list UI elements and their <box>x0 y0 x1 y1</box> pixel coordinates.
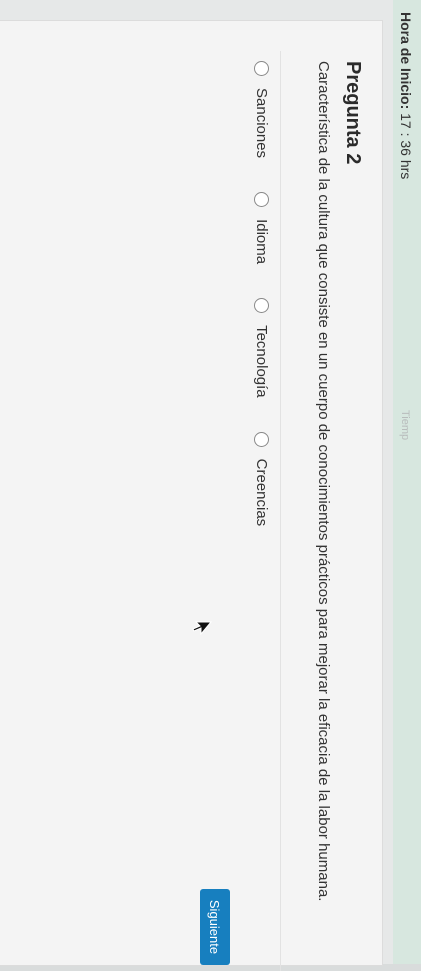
start-time-label: Hora de Inicio: <box>398 12 414 110</box>
timer-label: Tiemp <box>399 410 411 441</box>
radio-button[interactable] <box>254 298 269 314</box>
option-sanciones[interactable]: Sanciones <box>253 61 270 158</box>
mouse-cursor-icon <box>192 621 212 636</box>
page-canvas: Hora de Inicio: 17 : 36 hrs Tiemp Pregun… <box>0 0 421 971</box>
radio-button[interactable] <box>254 192 269 208</box>
option-creencias[interactable]: Creencias <box>253 431 270 527</box>
radio-button[interactable] <box>254 431 269 447</box>
option-label: Sanciones <box>253 88 270 159</box>
divider <box>280 51 281 971</box>
option-label: Tecnología <box>253 325 270 398</box>
question-title: Pregunta 2 <box>342 61 364 165</box>
radio-button[interactable] <box>254 61 269 76</box>
option-label: Idioma <box>253 219 270 265</box>
start-time: Hora de Inicio: 17 : 36 hrs <box>398 12 414 179</box>
start-time-value: 17 : 36 hrs <box>398 113 414 180</box>
answer-options: Sanciones Idioma Tecnología Creencias <box>253 61 270 560</box>
next-button[interactable]: Siguiente <box>200 889 230 965</box>
header-bar: Hora de Inicio: 17 : 36 hrs Tiemp <box>393 0 421 964</box>
question-card: Pregunta 2 Característica de la cultura … <box>0 20 383 971</box>
option-tecnologia[interactable]: Tecnología <box>253 298 270 398</box>
option-idioma[interactable]: Idioma <box>253 192 270 264</box>
question-text: Característica de la cultura que consist… <box>315 61 332 902</box>
option-label: Creencias <box>253 458 270 527</box>
